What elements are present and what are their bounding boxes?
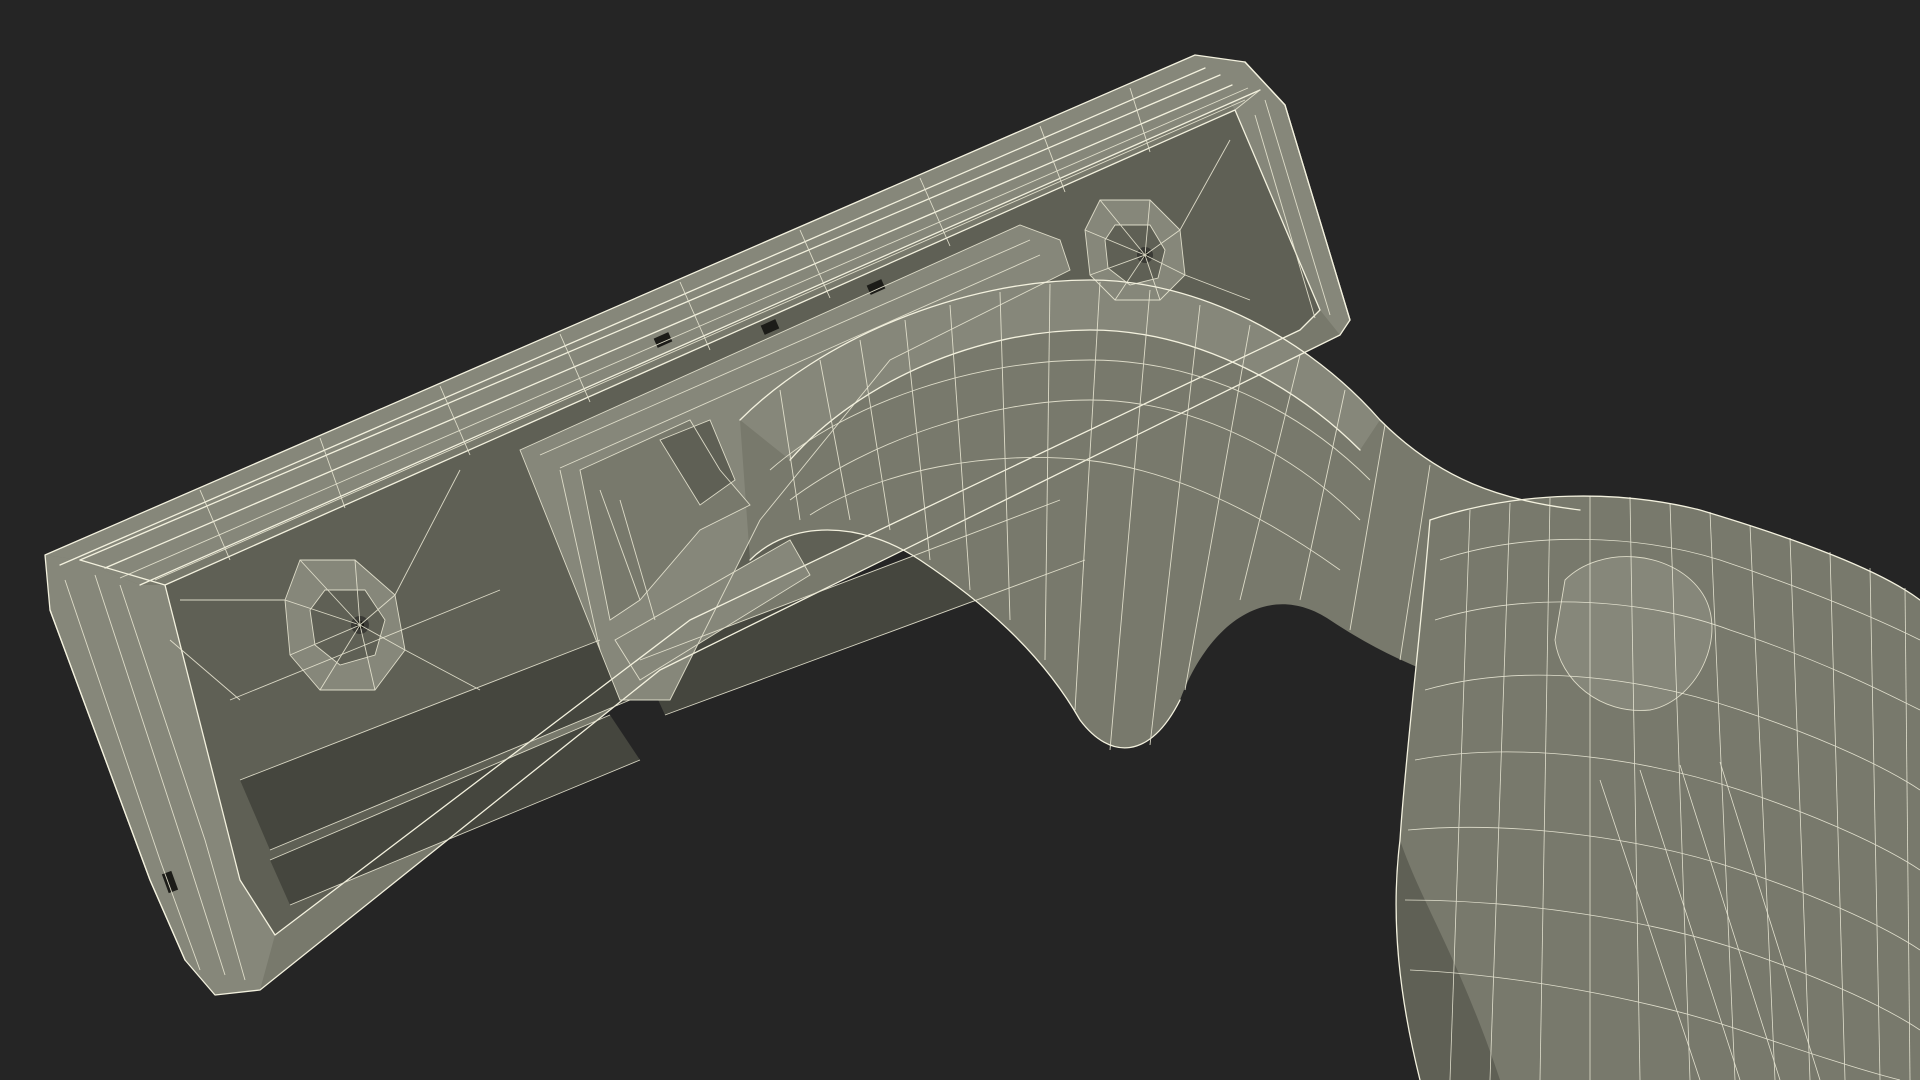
- wireframe-render: [44, 54, 1920, 1080]
- razor-handle: [740, 280, 1920, 1080]
- render-viewport: [0, 0, 1920, 1080]
